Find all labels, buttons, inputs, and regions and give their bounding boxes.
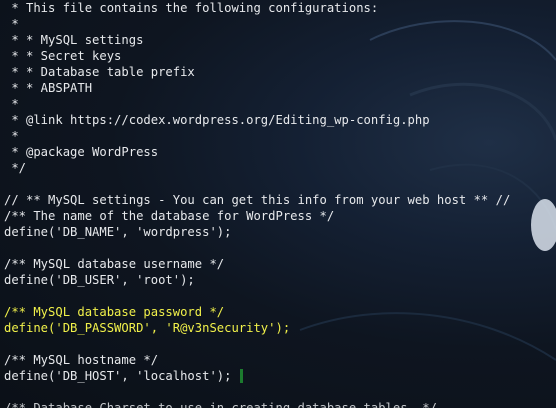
code-line: */ — [4, 160, 556, 176]
code-line-text: define('DB_USER', 'root'); — [4, 273, 195, 287]
terminal-window[interactable]: * This file contains the following confi… — [0, 0, 556, 408]
code-line: * * MySQL settings — [4, 32, 556, 48]
code-line: /** MySQL hostname */ — [4, 352, 556, 368]
code-line: define('DB_HOST', 'localhost'); — [4, 368, 556, 384]
code-line-text: /** The name of the database for WordPre… — [4, 209, 335, 223]
code-line-text: * * Database table prefix — [4, 65, 195, 79]
code-line: /** The name of the database for WordPre… — [4, 208, 556, 224]
code-line-text: // ** MySQL settings - You can get this … — [4, 193, 511, 207]
code-line-text: define('DB_NAME', 'wordpress'); — [4, 225, 232, 239]
code-line: * — [4, 96, 556, 112]
code-line: define('DB_USER', 'root'); — [4, 272, 556, 288]
code-line-text: /** MySQL database password */ — [4, 305, 225, 319]
code-line-text: /** MySQL database username */ — [4, 257, 225, 271]
code-line-text: * — [4, 97, 19, 111]
code-line: * * Database table prefix — [4, 64, 556, 80]
code-line: * This file contains the following confi… — [4, 0, 556, 16]
code-line-text: /** MySQL hostname */ — [4, 353, 159, 367]
code-line: * @link https://codex.wordpress.org/Edit… — [4, 112, 556, 128]
code-line-text: * — [4, 129, 19, 143]
code-line: * — [4, 128, 556, 144]
code-line: * @package WordPress — [4, 144, 556, 160]
code-line-text: * This file contains the following confi… — [4, 1, 379, 15]
code-line: * * ABSPATH — [4, 80, 556, 96]
code-line: /** MySQL database username */ — [4, 256, 556, 272]
code-line: * — [4, 16, 556, 32]
text-cursor — [240, 369, 244, 383]
code-line-text: /** Database Charset to use in creating … — [4, 401, 437, 408]
code-line: /** Database Charset to use in creating … — [4, 400, 556, 408]
code-line: * * Secret keys — [4, 48, 556, 64]
code-area[interactable]: * This file contains the following confi… — [4, 0, 556, 408]
code-line-text: */ — [4, 161, 27, 175]
code-line-text: * * MySQL settings — [4, 33, 144, 47]
code-line-text: * * Secret keys — [4, 49, 122, 63]
code-line-text: * — [4, 17, 19, 31]
code-line-text: * * ABSPATH — [4, 81, 93, 95]
code-line-text: * @package WordPress — [4, 145, 159, 159]
code-line: define('DB_NAME', 'wordpress'); — [4, 224, 556, 240]
code-line-text: define('DB_HOST', 'localhost'); — [4, 369, 232, 383]
code-line: // ** MySQL settings - You can get this … — [4, 192, 556, 208]
code-line-text: define('DB_PASSWORD', 'R@v3nSecurity'); — [4, 321, 291, 335]
code-line-text: * @link https://codex.wordpress.org/Edit… — [4, 113, 430, 127]
code-line: /** MySQL database password */ — [4, 304, 556, 320]
code-line: define('DB_PASSWORD', 'R@v3nSecurity'); — [4, 320, 556, 336]
